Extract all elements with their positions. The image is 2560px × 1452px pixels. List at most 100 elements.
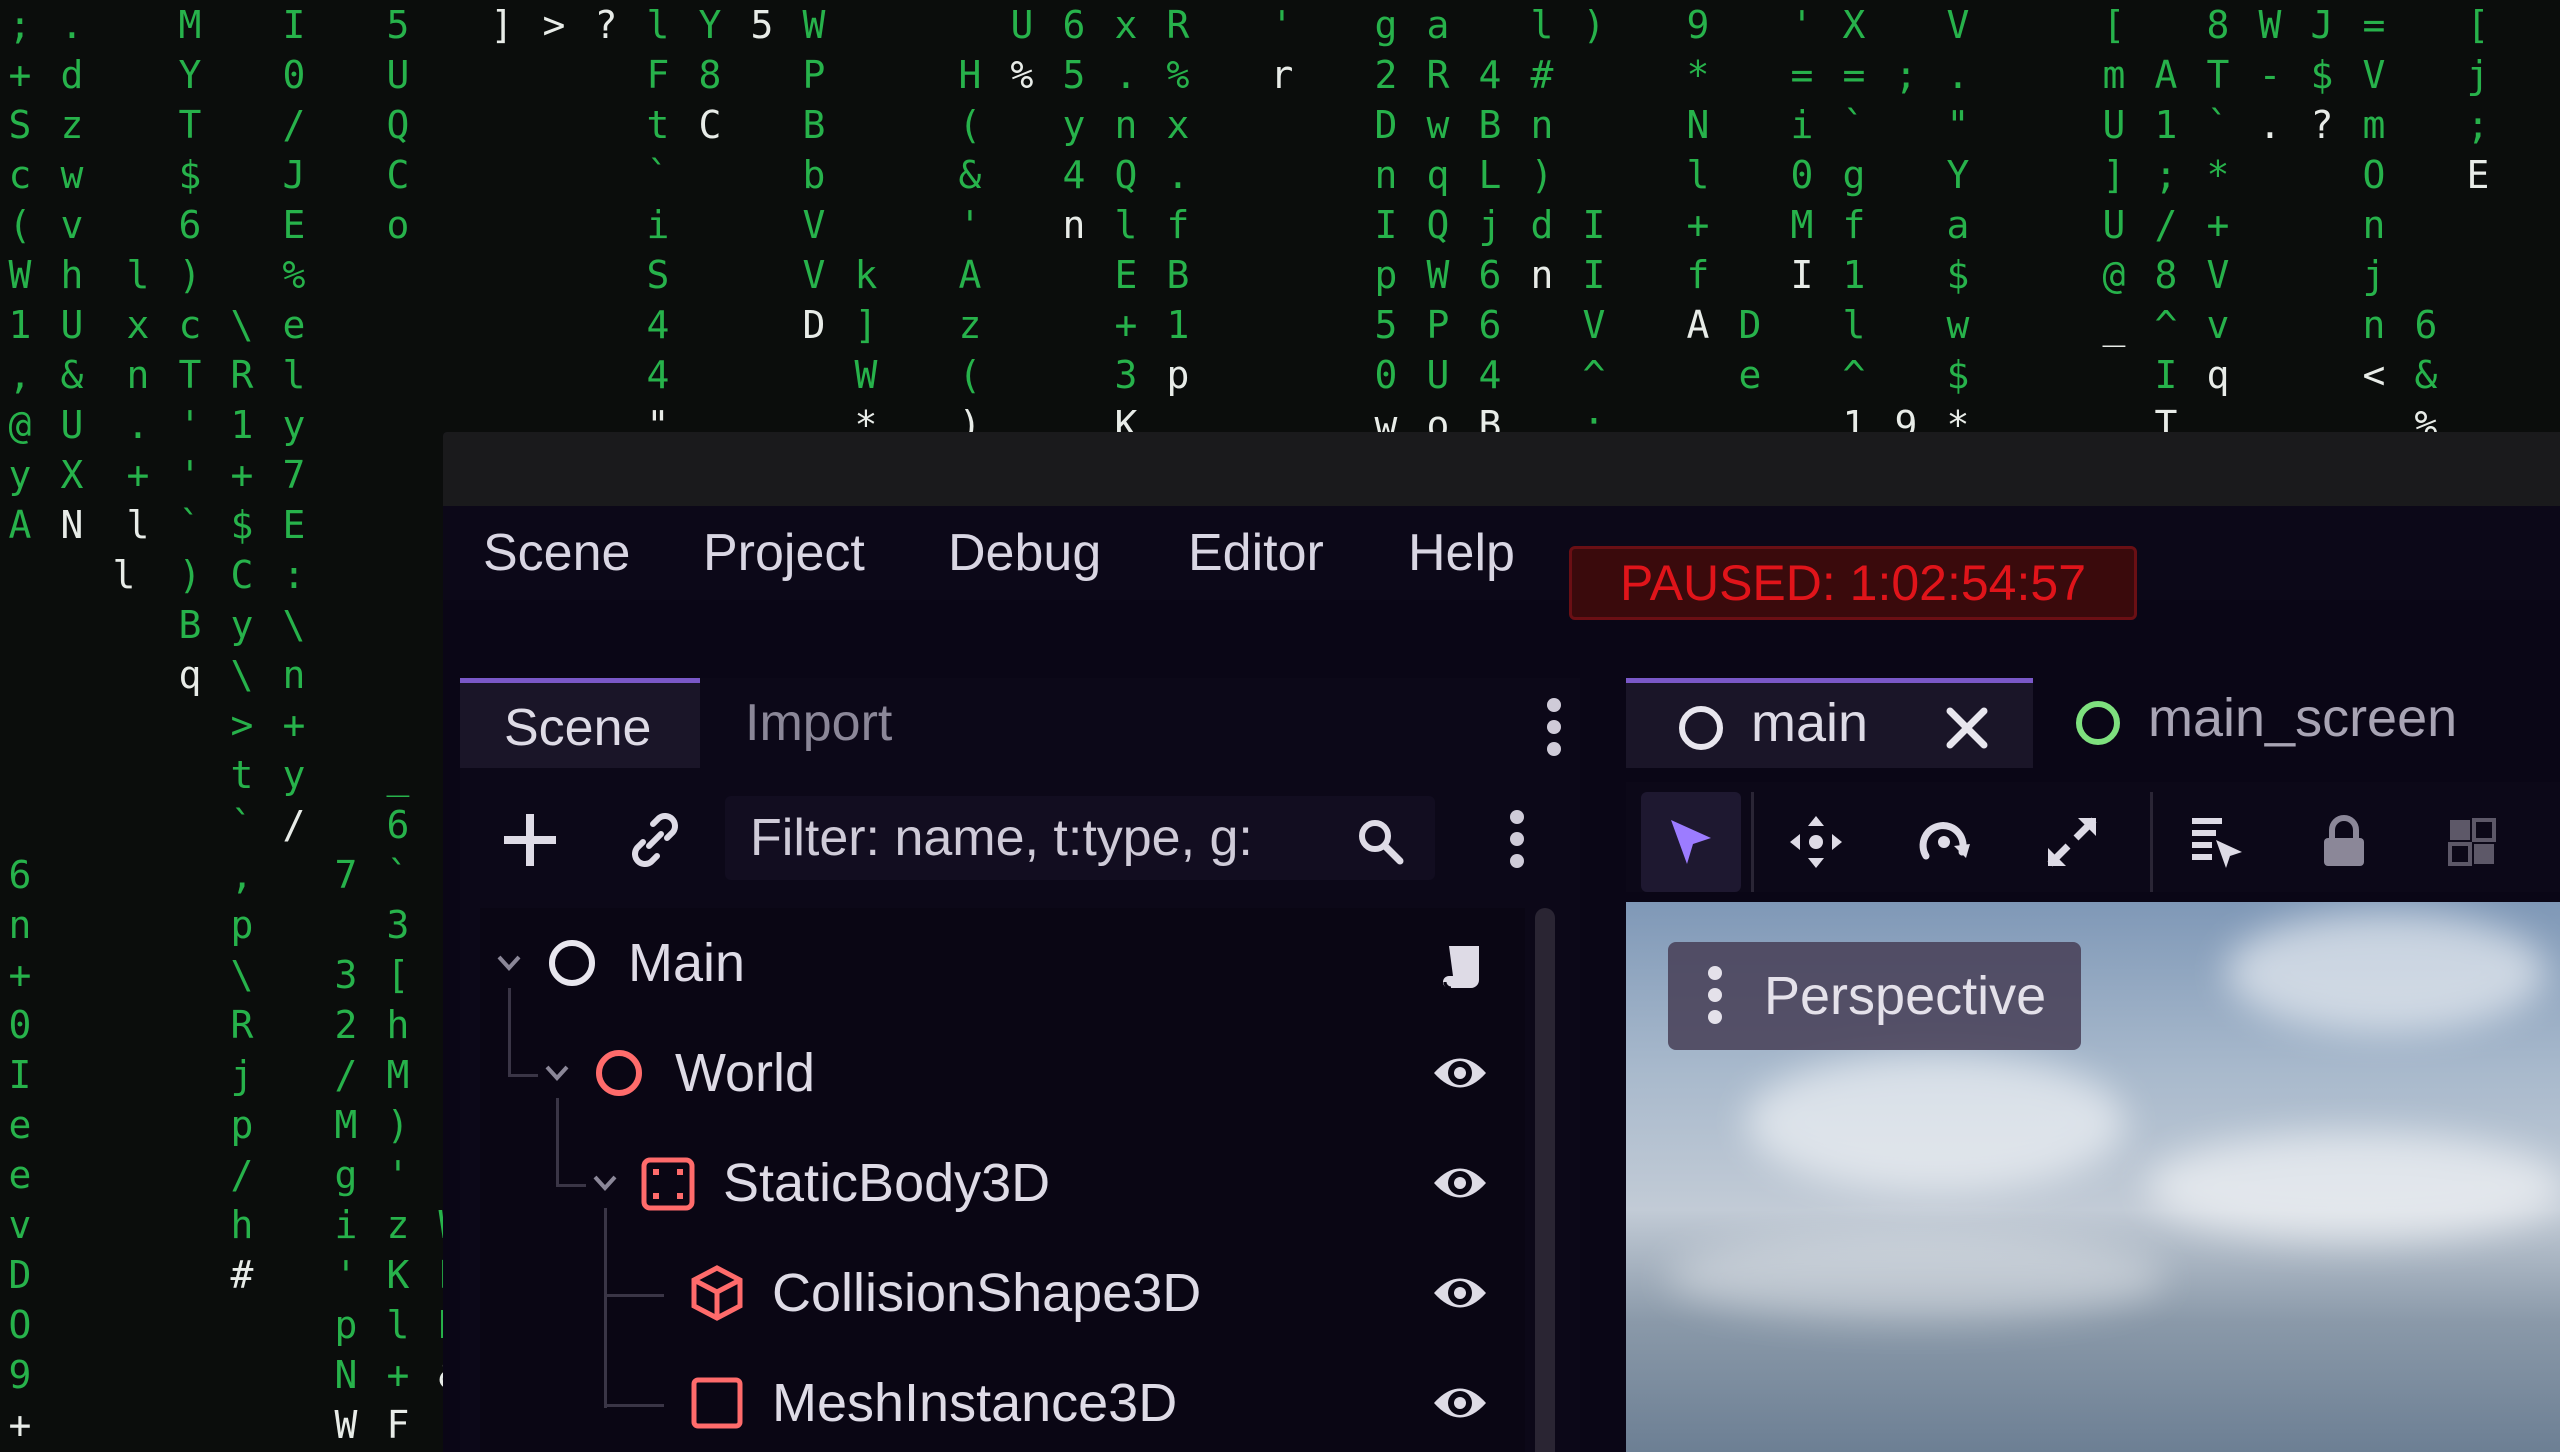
viewport-toolbar bbox=[1626, 782, 2560, 892]
scene-toolbar: Filter: name, t:type, g: bbox=[460, 788, 1580, 888]
tree-item-meshinstance3d[interactable]: MeshInstance3D bbox=[480, 1348, 1525, 1452]
node-icon bbox=[2076, 701, 2120, 745]
filter-nodes-input[interactable]: Filter: name, t:type, g: bbox=[725, 796, 1435, 880]
matrix-column: > bbox=[542, 3, 566, 47]
list-select-tool-button[interactable] bbox=[2166, 792, 2266, 892]
tree-item-label: Main bbox=[628, 933, 746, 993]
matrix-column: 4BLj664B bbox=[1478, 53, 1502, 447]
add-node-icon[interactable] bbox=[500, 810, 560, 870]
matrix-column: l Ft ` i S 4 4 " bbox=[646, 3, 670, 447]
visibility-icon[interactable] bbox=[1430, 1378, 1490, 1428]
mesh-icon bbox=[691, 1377, 743, 1429]
menu-scene[interactable]: Scene bbox=[483, 506, 630, 600]
matrix-column: J $? bbox=[2310, 3, 2334, 147]
instance-scene-link-icon[interactable] bbox=[625, 810, 685, 870]
scene-tabs: main main_screen bbox=[1626, 678, 2560, 768]
matrix-column: [m U] U @ _ bbox=[2102, 3, 2126, 347]
tab-main[interactable]: main bbox=[1626, 678, 2033, 768]
scale-icon bbox=[2047, 817, 2097, 867]
rotate-tool-button[interactable] bbox=[1894, 792, 1994, 892]
tree-item-world[interactable]: World bbox=[480, 988, 1525, 1128]
paused-indicator: PAUSED: 1:02:54:57 bbox=[1569, 546, 2137, 620]
matrix-column: ] bbox=[490, 3, 514, 47]
matrix-column: 7 3 2/Mg i ' p N W bbox=[334, 853, 358, 1440]
move-tool-button[interactable] bbox=[1766, 792, 1866, 892]
matrix-column: ' = i 0 M I bbox=[1790, 3, 1814, 297]
matrix-column: Y8C bbox=[698, 3, 722, 147]
lock-icon bbox=[2324, 815, 2364, 866]
menu-editor[interactable]: Editor bbox=[1188, 506, 1324, 600]
matrix-column: V. " Ya $ w $ * bbox=[1946, 3, 1970, 447]
matrix-column: ) IIV^:Z bbox=[1582, 3, 1606, 497]
staticbody-icon bbox=[641, 1157, 695, 1211]
kebab-menu-icon bbox=[1708, 966, 1722, 1032]
matrix-column: I 0/J E% e l y 7 E: \ n + y / bbox=[282, 3, 306, 847]
matrix-column: l # n) d n bbox=[1530, 3, 1554, 297]
visibility-icon[interactable] bbox=[1430, 1268, 1490, 1318]
perspective-label: Perspective bbox=[1764, 966, 2047, 1026]
search-icon bbox=[1359, 820, 1404, 865]
tree-item-label: StaticBody3D bbox=[723, 1153, 1051, 1213]
tab-import[interactable]: Import bbox=[745, 678, 892, 768]
3d-viewport[interactable]: Perspective bbox=[1626, 902, 2560, 1452]
chevron-down-icon[interactable] bbox=[542, 1058, 572, 1088]
matrix-column: x. n Ql E +3 K bbox=[1114, 3, 1138, 447]
group-icon bbox=[2448, 818, 2496, 866]
matrix-column: ? bbox=[594, 3, 618, 47]
menu-debug[interactable]: Debug bbox=[948, 506, 1101, 600]
matrix-column: WPBbVVD bbox=[802, 3, 826, 347]
matrix-column: aRwqQWPUo bbox=[1426, 3, 1450, 447]
script-icon[interactable] bbox=[1435, 936, 1493, 994]
matrix-column: M Y T $6) c T ' ' `) Bq bbox=[178, 3, 202, 697]
dock-menu-icon[interactable] bbox=[1547, 698, 1561, 764]
scene-dock: Scene Import Filter: name, t:type, g: Ma… bbox=[460, 678, 1580, 1452]
window-titlebar[interactable] bbox=[443, 432, 2560, 507]
list-select-icon bbox=[2192, 818, 2242, 868]
menu-help[interactable]: Help bbox=[1408, 506, 1515, 600]
collision-shape-icon bbox=[691, 1265, 743, 1321]
matrix-column: 6 &% bbox=[2414, 303, 2438, 447]
rotate-icon bbox=[1919, 822, 1970, 860]
matrix-column: 5UQCo _ 6 ` 3[h M) ' z Kl + F bbox=[386, 3, 410, 1440]
matrix-column: k] W * bbox=[854, 253, 878, 447]
visibility-icon[interactable] bbox=[1430, 1048, 1490, 1098]
godot-editor-window: Scene Project Debug Editor Help PAUSED: … bbox=[443, 432, 2560, 1452]
matrix-column: 8 T ` * + Vv q bbox=[2206, 3, 2230, 397]
group-button[interactable] bbox=[2422, 792, 2522, 892]
matrix-column: R% x. f B 1 p bbox=[1166, 3, 1190, 397]
matrix-column: \ R 1 + $ Cy \ > t `, p \ Rj p / h # bbox=[230, 303, 254, 1297]
close-icon[interactable] bbox=[1944, 705, 1990, 751]
matrix-column: [j; E bbox=[2466, 3, 2490, 197]
select-icon bbox=[1671, 820, 1711, 864]
matrix-column: U% bbox=[1010, 3, 1034, 97]
filter-placeholder: Filter: name, t:type, g: bbox=[750, 809, 1253, 867]
scene-tree: Main World StaticBody3D CollisionShape3D… bbox=[480, 908, 1525, 1452]
tree-item-staticbody3d[interactable]: StaticBody3D bbox=[480, 1098, 1525, 1238]
matrix-column: ; 9 bbox=[1894, 53, 1918, 447]
matrix-column: 65y4n bbox=[1062, 3, 1086, 247]
tree-item-main[interactable]: Main bbox=[480, 908, 1525, 1018]
filter-options-icon[interactable] bbox=[1510, 810, 1524, 876]
matrix-column: H(& ' Az() bbox=[958, 53, 982, 447]
matrix-column: 9 * Nl + f A bbox=[1686, 3, 1710, 347]
node-icon bbox=[549, 940, 595, 986]
matrix-column: 5 bbox=[750, 3, 774, 47]
matrix-column: ; + Sc(W 1, @ y A 6 n +0 Ie e v D O 9 + bbox=[8, 3, 32, 1440]
matrix-column: W-. bbox=[2258, 3, 2282, 147]
matrix-column: ' r bbox=[1270, 3, 1294, 97]
visibility-icon[interactable] bbox=[1430, 1158, 1490, 1208]
lock-button[interactable] bbox=[2294, 792, 2394, 892]
tab-scene[interactable]: Scene bbox=[460, 678, 700, 768]
chevron-down-icon[interactable] bbox=[494, 948, 524, 978]
scale-tool-button[interactable] bbox=[2022, 792, 2122, 892]
perspective-menu-button[interactable]: Perspective bbox=[1668, 942, 2081, 1050]
menu-project[interactable]: Project bbox=[703, 506, 865, 600]
scene-tree-scrollbar[interactable] bbox=[1535, 908, 1555, 1452]
tree-item-collisionshape3d[interactable]: CollisionShape3D bbox=[480, 1208, 1525, 1408]
chevron-down-icon[interactable] bbox=[590, 1168, 620, 1198]
matrix-column: g2DnIp50w bbox=[1374, 3, 1398, 447]
matrix-column: . d z w v h U & U X N bbox=[60, 3, 84, 547]
select-tool-button[interactable] bbox=[1641, 792, 1741, 892]
tab-main-label: main bbox=[1751, 693, 1869, 753]
matrix-column: X = ` g f 1 l ^ 1 bbox=[1842, 3, 1866, 447]
